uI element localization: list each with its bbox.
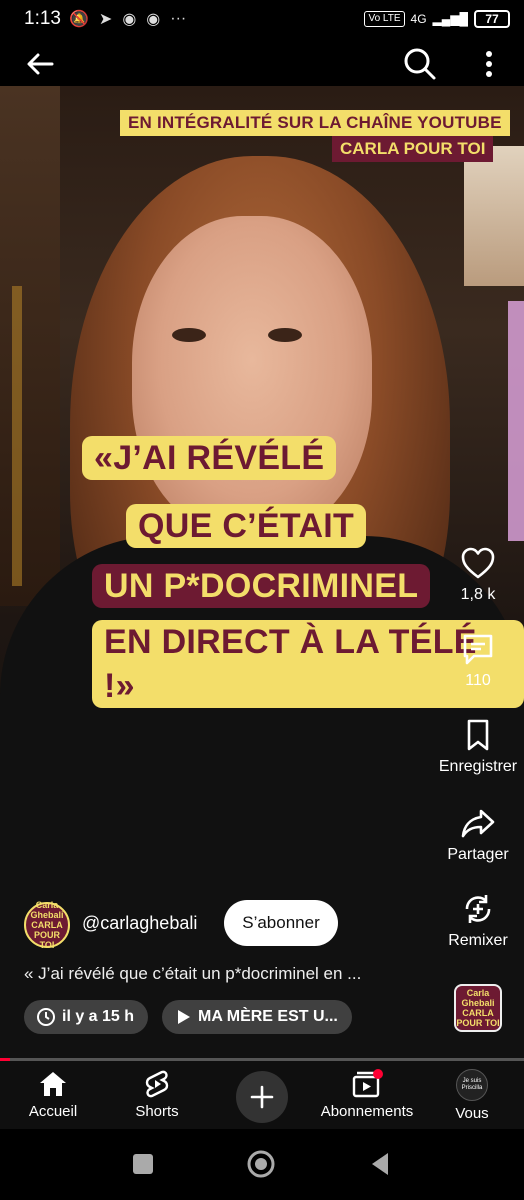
share-button[interactable]: Partager	[428, 806, 524, 864]
youtube-banner: EN INTÉGRALITÉ SUR LA CHAÎNE YOUTUBE	[120, 110, 510, 136]
more-vert-icon[interactable]	[474, 44, 504, 84]
heart-icon	[461, 547, 495, 579]
nav-subscriptions-label: Abonnements	[320, 1103, 414, 1120]
channel-handle[interactable]: @carlaghebali	[82, 913, 197, 934]
discord-icon-2: ◉	[146, 11, 161, 28]
nav-home[interactable]: Accueil	[22, 1069, 84, 1120]
back-triangle-icon[interactable]	[366, 1149, 396, 1179]
nav-you-label: Vous	[455, 1105, 489, 1122]
battery-icon: 77	[474, 10, 510, 28]
telegram-icon: ➤	[98, 11, 113, 28]
playlist-chip[interactable]: MA MÈRE EST U...	[162, 1000, 352, 1034]
back-arrow-icon[interactable]	[22, 46, 58, 82]
person-eye-left	[172, 328, 206, 342]
caption-line-1: «J’AI RÉVÉLÉ	[82, 436, 337, 480]
bookmark-icon	[467, 719, 489, 751]
video-subtitle: TRÈS CONNUE.	[182, 678, 325, 698]
nav-home-label: Accueil	[28, 1103, 78, 1120]
play-icon	[178, 1010, 190, 1024]
discord-icon: ◉	[122, 11, 137, 28]
save-label: Enregistrer	[438, 758, 518, 775]
channel-banner: CARLA POUR TOI	[332, 136, 494, 162]
recents-icon[interactable]	[128, 1149, 158, 1179]
signal-icon: ▂▄▆█	[432, 12, 468, 26]
comment-count: 110	[465, 672, 491, 689]
top-app-bar	[0, 38, 524, 86]
shorts-icon	[145, 1070, 169, 1098]
volte-badge: Vo LTE	[364, 11, 405, 27]
system-navigation	[0, 1129, 524, 1200]
search-icon[interactable]	[400, 44, 440, 84]
plus-icon	[250, 1085, 274, 1109]
share-label: Partager	[447, 846, 509, 863]
save-button[interactable]: Enregistrer	[428, 718, 524, 776]
home-button-icon[interactable]	[246, 1149, 276, 1179]
create-button[interactable]	[236, 1071, 288, 1123]
remix-label: Remixer	[448, 932, 508, 949]
person-eye-right	[268, 328, 302, 342]
home-icon	[40, 1072, 66, 1096]
nav-shorts-label: Shorts	[135, 1103, 179, 1120]
remix-icon	[465, 895, 491, 923]
mute-icon: 🔕	[68, 11, 89, 28]
user-avatar: Je suis Priscilla	[456, 1069, 488, 1101]
background-light	[12, 286, 22, 586]
caption-line-2: QUE C’ÉTAIT	[126, 504, 367, 548]
channel-avatar[interactable]: Carla Ghebali CARLA POUR TOI	[24, 900, 70, 950]
status-right: Vo LTE 4G ▂▄▆█ 77	[364, 10, 510, 28]
share-icon	[461, 809, 495, 838]
like-button[interactable]: 1,8 k	[428, 546, 524, 604]
status-bar: 1:13 🔕 ➤ ◉ ◉ ··· Vo LTE 4G ▂▄▆█ 77	[0, 0, 524, 38]
upload-time-label: il y a 15 h	[62, 1008, 135, 1025]
like-count: 1,8 k	[460, 586, 496, 603]
sound-thumbnail[interactable]: Carla Ghebali CARLA POUR TOI	[454, 984, 502, 1032]
background-lamp	[464, 146, 524, 286]
notification-icons: 🔕 ➤ ◉ ◉ ···	[69, 9, 186, 29]
history-icon	[37, 1008, 55, 1026]
nav-you[interactable]: Je suis Priscilla Vous	[448, 1069, 496, 1122]
subscriptions-icon	[352, 1069, 383, 1098]
background-pink-light	[508, 301, 524, 541]
nav-shorts[interactable]: Shorts	[128, 1069, 186, 1120]
network-label: 4G	[410, 12, 427, 26]
bottom-navigation: Accueil Shorts Abonnements Je suis Prisc…	[0, 1061, 524, 1129]
caption-line-3: UN P*DOCRIMINEL	[92, 564, 431, 608]
remix-button[interactable]: Remixer	[428, 892, 524, 950]
status-time: 1:13	[24, 8, 61, 29]
comment-button[interactable]: 110	[428, 632, 524, 690]
person-face	[132, 216, 372, 536]
comment-icon	[463, 634, 493, 665]
video-description[interactable]: « J’ai révélé que c’était un p*docrimine…	[24, 964, 361, 984]
nav-subscriptions[interactable]: Abonnements	[318, 1069, 416, 1120]
subscribe-button[interactable]: S’abonner	[224, 900, 338, 946]
background-wall	[0, 86, 60, 606]
more-notifications-icon: ···	[170, 10, 187, 27]
playlist-label: MA MÈRE EST U...	[198, 1008, 338, 1025]
upload-time-chip[interactable]: il y a 15 h	[24, 1000, 148, 1034]
